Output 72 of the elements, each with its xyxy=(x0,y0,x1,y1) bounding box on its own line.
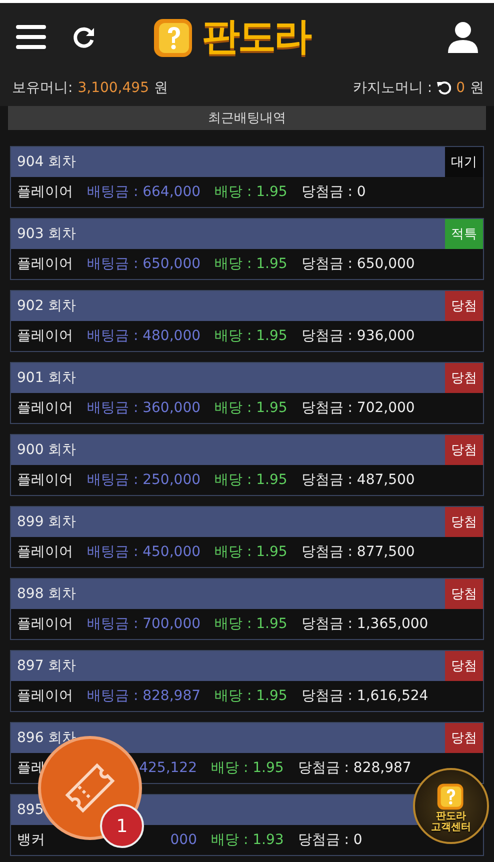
win-amount: 당첨금 : 1,365,000 xyxy=(301,615,428,633)
odds: 배당 : 1.95 xyxy=(214,687,288,705)
user-icon[interactable] xyxy=(448,20,478,52)
bet-amount: 000 xyxy=(170,832,197,848)
status-badge: 당첨 xyxy=(445,291,483,321)
logo-icon xyxy=(436,781,466,811)
logo-text: 판도라 xyxy=(202,13,310,60)
balance-amount: 3,100,495 xyxy=(78,80,149,96)
round-number: 901 회차 xyxy=(17,369,76,387)
odds: 배당 : 1.95 xyxy=(214,471,288,489)
win-amount: 당첨금 : 650,000 xyxy=(301,255,415,273)
balance-unit: 원 xyxy=(154,79,168,97)
bet-amount: 425,122 xyxy=(139,760,197,776)
bet-amount: 배팅금 : 360,000 xyxy=(87,399,201,417)
bet-pick: 뱅커 xyxy=(17,831,45,849)
bet-pick: 플레이어 xyxy=(17,183,73,201)
odds: 배당 : 1.95 xyxy=(211,759,284,777)
bet-amount: 배팅금 : 250,000 xyxy=(87,471,201,489)
bet-pick: 플레이어 xyxy=(17,327,73,345)
round-number: 895 xyxy=(17,802,44,818)
refresh-icon[interactable] xyxy=(72,24,96,48)
refresh-icon[interactable] xyxy=(437,81,452,95)
odds: 배당 : 1.95 xyxy=(214,255,288,273)
status-badge: 당첨 xyxy=(445,651,483,681)
support-label: 고객센터 xyxy=(431,822,471,833)
win-amount: 당첨금 : 1,616,524 xyxy=(301,687,428,705)
bet-pick: 플레이어 xyxy=(17,471,73,489)
status-badge: 적특 xyxy=(445,219,483,249)
win-amount: 당첨금 : 487,500 xyxy=(301,471,415,489)
bet-amount: 배팅금 : 480,000 xyxy=(87,327,201,345)
casino-money-label: 카지노머니 : xyxy=(352,79,432,97)
round-number: 902 회차 xyxy=(17,297,76,315)
bet-pick: 플레이어 xyxy=(17,543,73,561)
win-amount: 당첨금 : 877,500 xyxy=(301,543,415,561)
status-badge: 당첨 xyxy=(445,723,483,753)
round-number: 903 회차 xyxy=(17,225,76,243)
bet-pick: 플레이어 xyxy=(17,687,73,705)
section-title: 최근배팅내역 xyxy=(8,106,486,130)
win-amount: 당첨금 : 702,000 xyxy=(301,399,415,417)
bet-pick: 플레이어 xyxy=(17,255,73,273)
odds: 배당 : 1.93 xyxy=(211,831,284,849)
win-amount: 당첨금 : 0 xyxy=(301,183,366,201)
bet-amount: 배팅금 : 650,000 xyxy=(87,255,201,273)
odds: 배당 : 1.95 xyxy=(214,399,288,417)
win-amount: 당첨금 : 828,987 xyxy=(298,759,412,777)
round-number: 897 회차 xyxy=(17,657,76,675)
odds: 배당 : 1.95 xyxy=(214,543,288,561)
casino-money-unit: 원 xyxy=(470,79,484,97)
bet-amount: 배팅금 : 664,000 xyxy=(87,183,201,201)
menu-icon[interactable] xyxy=(16,24,46,50)
round-number: 899 회차 xyxy=(17,513,76,531)
round-number: 904 회차 xyxy=(17,153,76,171)
status-badge: 당첨 xyxy=(445,363,483,393)
bet-amount: 배팅금 : 700,000 xyxy=(87,615,201,633)
round-number: 900 회차 xyxy=(17,441,76,459)
casino-money-amount: 0 xyxy=(456,80,465,96)
bet-amount: 배팅금 : 450,000 xyxy=(87,543,201,561)
odds: 배당 : 1.95 xyxy=(214,183,288,201)
odds: 배당 : 1.95 xyxy=(214,615,288,633)
bet-pick: 플레이어 xyxy=(17,615,73,633)
odds: 배당 : 1.95 xyxy=(214,327,288,345)
balance-label: 보유머니: xyxy=(12,79,73,97)
status-badge: 당첨 xyxy=(445,579,483,609)
round-number: 898 회차 xyxy=(17,585,76,603)
status-badge: 대기 xyxy=(445,147,483,177)
win-amount: 당첨금 : 0 xyxy=(298,831,362,849)
bet-pick: 플레이어 xyxy=(17,399,73,417)
status-badge: 당첨 xyxy=(445,507,483,537)
support-brand-text: 판도라 xyxy=(436,811,466,822)
win-amount: 당첨금 : 936,000 xyxy=(301,327,415,345)
status-badge: 당첨 xyxy=(445,435,483,465)
bet-amount: 배팅금 : 828,987 xyxy=(87,687,201,705)
